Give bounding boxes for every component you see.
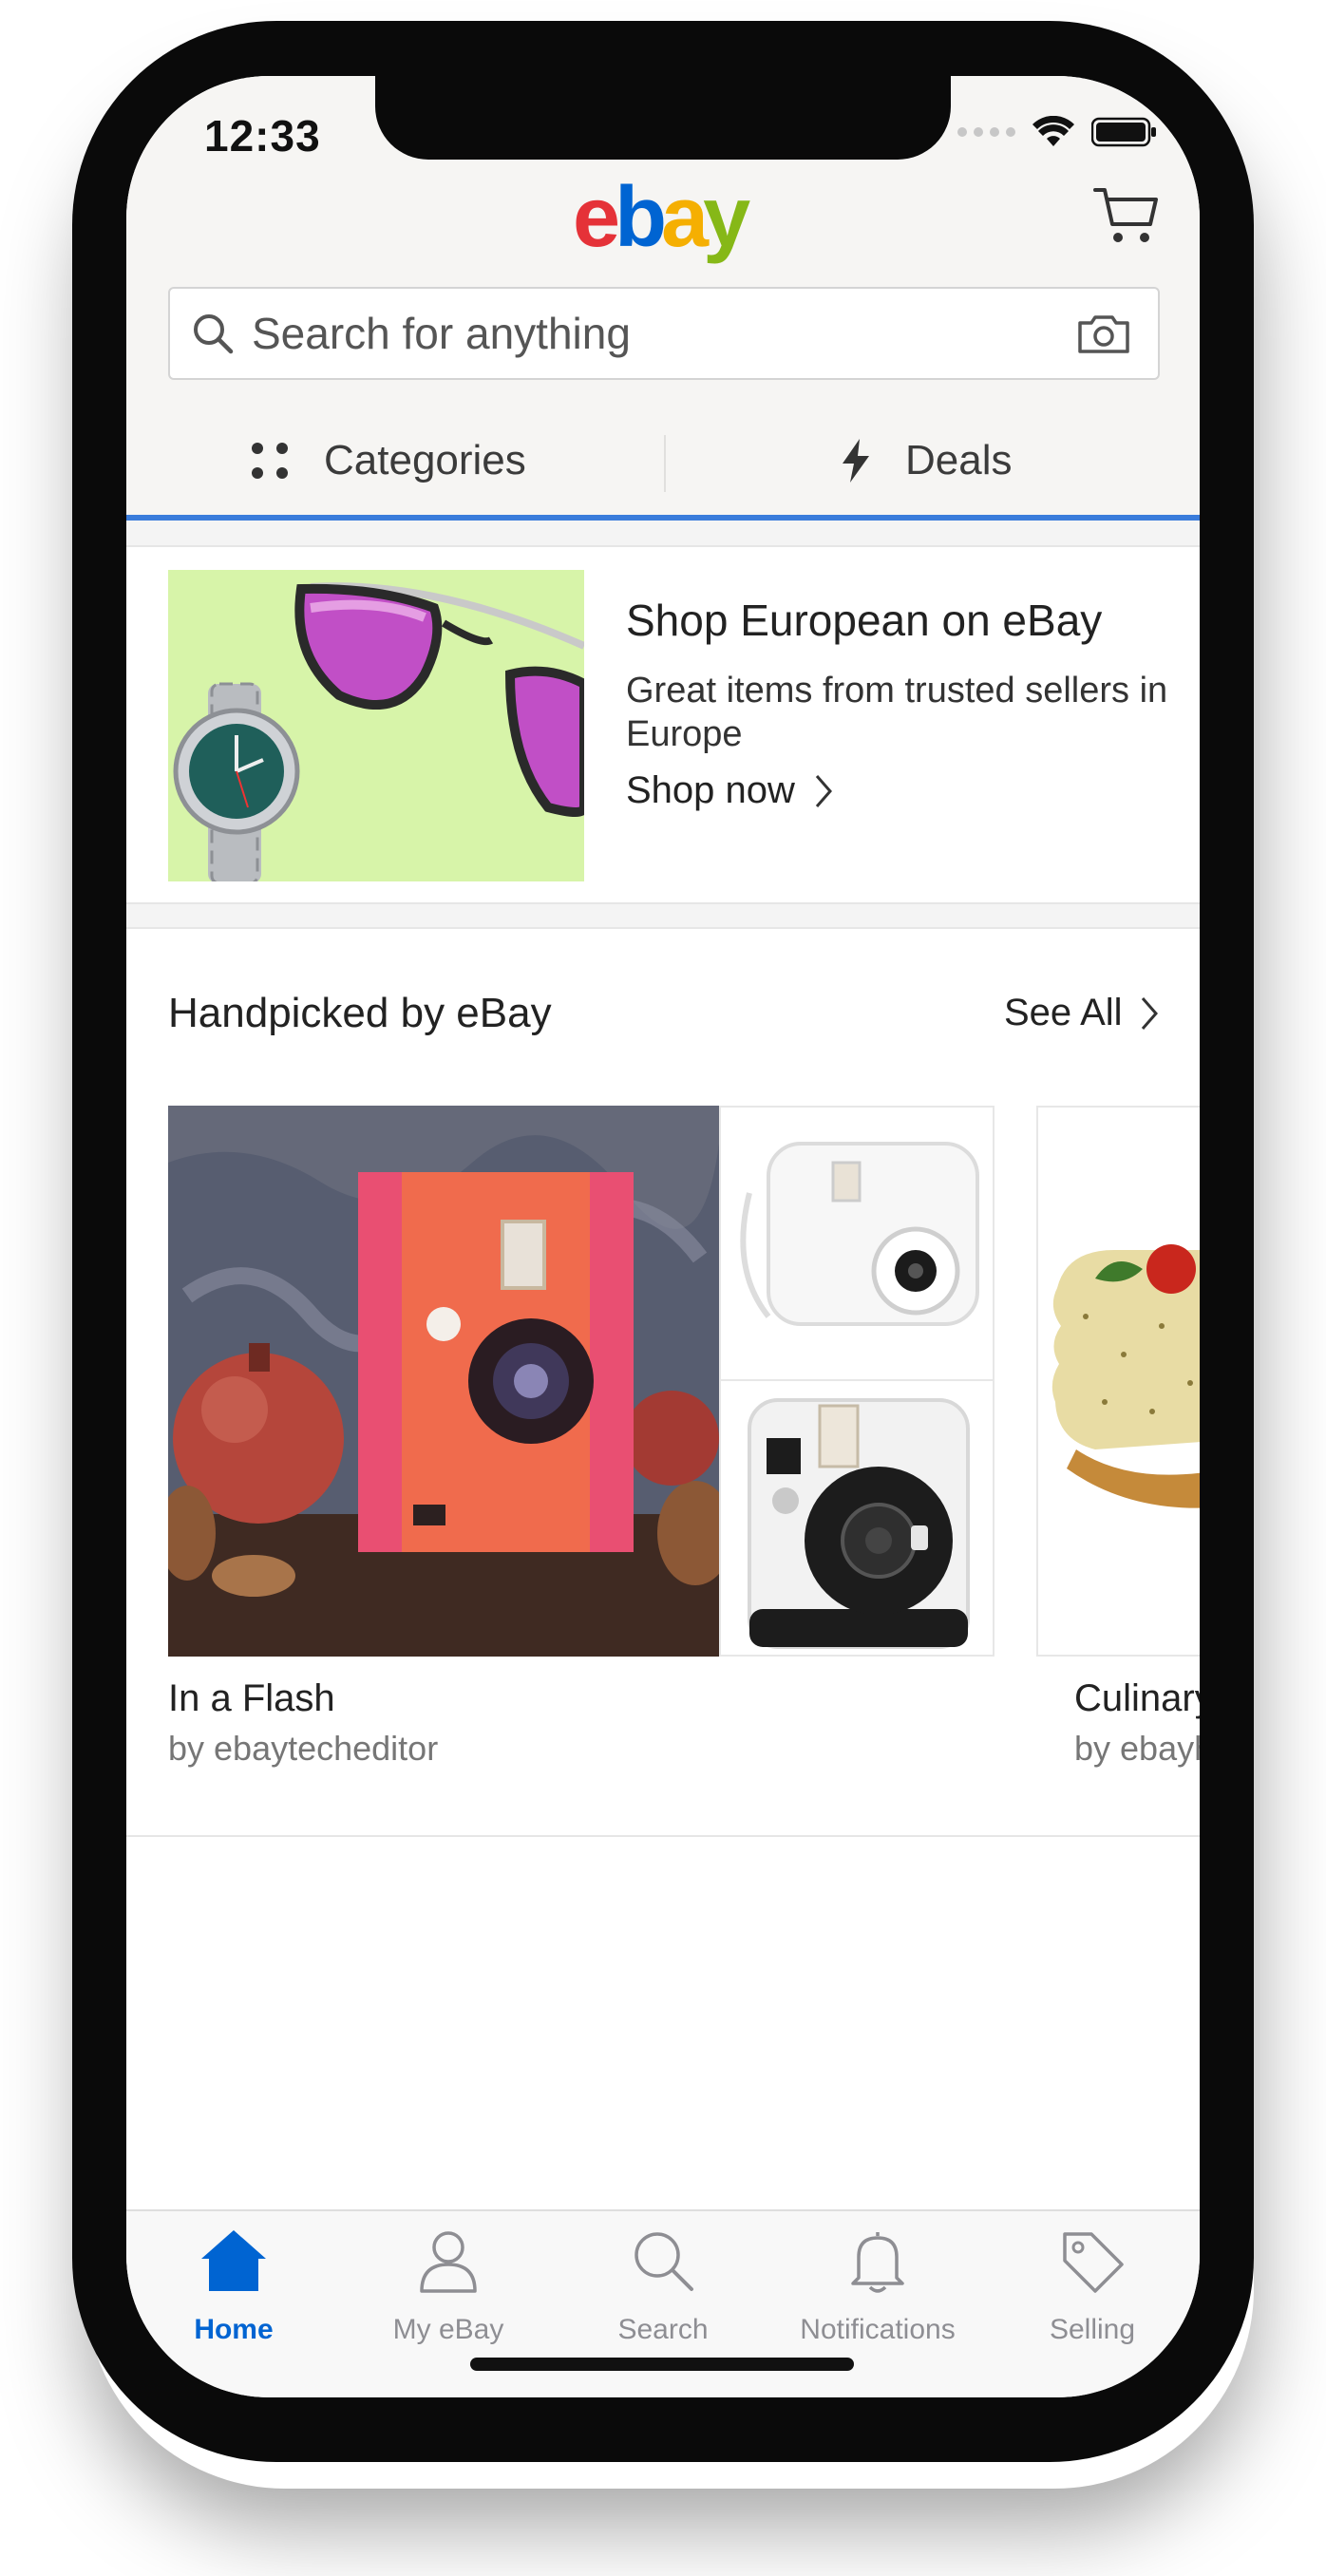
orange-camera-photo: [168, 1106, 719, 1657]
tab-home[interactable]: Home: [126, 2211, 341, 2354]
watch-sunglasses-illustration: [173, 582, 584, 881]
tab-my-ebay-label: My eBay: [392, 2314, 504, 2345]
shop-now-label: Shop now: [626, 769, 795, 811]
shop-now-link[interactable]: Shop now: [626, 769, 833, 812]
status-indicators: [957, 116, 1158, 148]
tab-notifications-label: Notifications: [800, 2314, 956, 2345]
home-icon: [126, 2228, 341, 2293]
home-indicator[interactable]: [470, 2358, 854, 2371]
collection-card-thumbnail[interactable]: [719, 1381, 994, 1657]
tab-search-label: Search: [617, 2314, 709, 2345]
app-screen: 12:33 ebay Search for anything Categorie…: [126, 76, 1200, 2397]
search-bar[interactable]: [168, 287, 1160, 380]
shortcut-nav: Categories Deals: [126, 416, 1200, 505]
lightning-icon: [841, 439, 871, 483]
search-input[interactable]: [252, 289, 1031, 378]
white-instax-camera-photo: [740, 1142, 979, 1326]
nav-divider: [664, 435, 666, 492]
device-notch: [375, 76, 951, 160]
battery-icon: [1091, 117, 1156, 147]
person-icon: [341, 2228, 556, 2293]
deals-label: Deals: [905, 437, 1013, 483]
chevron-right-icon: [814, 773, 833, 809]
camera-icon[interactable]: [1076, 313, 1131, 355]
section-title: Handpicked by eBay: [168, 990, 552, 1036]
deals-button[interactable]: Deals: [841, 416, 1013, 505]
grid-dots-icon: [250, 441, 290, 481]
collection-author: by ebaytecheditor: [168, 1729, 439, 1768]
tab-selling[interactable]: Selling: [985, 2211, 1200, 2354]
wifi-icon: [1032, 116, 1074, 146]
page-root: 12:33 ebay Search for anything Categorie…: [0, 0, 1326, 2576]
see-all-label: See All: [1004, 992, 1123, 1033]
status-time: 12:33: [204, 111, 321, 161]
section-spacer: [126, 902, 1200, 929]
tab-home-label: Home: [194, 2314, 274, 2345]
collection-card-thumbnail[interactable]: [719, 1106, 994, 1381]
collection-card-main-image[interactable]: [168, 1106, 719, 1657]
tab-selling-label: Selling: [1049, 2314, 1136, 2345]
tab-search[interactable]: Search: [556, 2211, 770, 2354]
see-all-link[interactable]: See All: [1004, 992, 1159, 1034]
tab-notifications[interactable]: Notifications: [770, 2211, 985, 2354]
instax-mini-camera-photo: [748, 1398, 970, 1649]
search-icon: [194, 314, 234, 354]
bell-icon: [770, 2228, 985, 2295]
search-icon: [556, 2228, 770, 2293]
categories-label: Categories: [324, 437, 526, 483]
cart-icon[interactable]: [1093, 186, 1160, 245]
culinary-dish-photo: [1051, 1244, 1200, 1508]
collection-title[interactable]: Culinary C: [1074, 1677, 1200, 1720]
ebay-logo[interactable]: ebay: [573, 175, 750, 260]
chevron-right-icon: [1140, 995, 1159, 1032]
collection-author: by ebayho: [1074, 1729, 1200, 1768]
collection-card-image[interactable]: [1036, 1106, 1200, 1657]
categories-button[interactable]: Categories: [250, 416, 526, 505]
promo-subtitle: Great items from trusted sellers in Euro…: [626, 671, 1168, 754]
promo-title: Shop European on eBay: [626, 596, 1103, 645]
tab-my-ebay[interactable]: My eBay: [341, 2211, 556, 2354]
collection-title[interactable]: In a Flash: [168, 1677, 335, 1720]
tag-icon: [985, 2228, 1200, 2295]
section-spacer: [126, 521, 1200, 547]
section-divider: [126, 1835, 1200, 1837]
promo-banner[interactable]: Shop European on eBay Great items from t…: [126, 549, 1200, 900]
signal-dots-icon: [957, 127, 1015, 137]
promo-image[interactable]: [168, 570, 584, 881]
